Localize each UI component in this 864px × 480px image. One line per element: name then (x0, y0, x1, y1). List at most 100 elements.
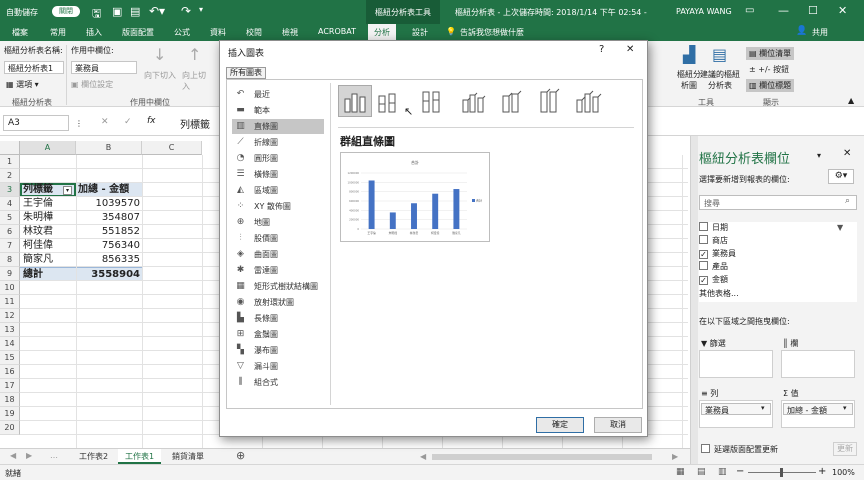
row-header[interactable]: 12 (0, 309, 20, 323)
pivot-row-label[interactable]: 簡家凡 (23, 253, 53, 266)
field-search-input[interactable]: 搜尋 (699, 195, 857, 210)
customize-qat-icon[interactable]: ▾ (199, 5, 203, 14)
tab-page-layout[interactable]: 版面配置 (122, 27, 154, 38)
chart-type-surface-chart[interactable]: ◈ 曲面圖 (232, 247, 324, 262)
sheet-tab-2[interactable]: 工作表2 (72, 449, 115, 464)
page-layout-view-icon[interactable]: ▤ (697, 467, 706, 477)
close-pane-icon[interactable]: ✕ (843, 148, 851, 159)
redo-icon[interactable]: ↷ (181, 4, 191, 18)
undo-icon[interactable]: ↶▾ (149, 4, 165, 18)
recommended-pivot-button[interactable]: 建議的樞紐分析表 (700, 69, 740, 91)
row-header[interactable]: 18 (0, 393, 20, 407)
tab-all-charts[interactable]: 所有圖表 (226, 67, 266, 79)
share-icon[interactable]: 👤 (796, 26, 807, 36)
row-header[interactable]: 9 (0, 267, 20, 281)
tab-data[interactable]: 資料 (210, 27, 226, 38)
pivot-values-header[interactable]: 加總 - 金額 (78, 183, 129, 196)
drill-down-button[interactable]: 向下切入 (144, 70, 176, 81)
more-sheets-icon[interactable]: … (50, 451, 58, 460)
tab-view[interactable]: 檢視 (282, 27, 298, 38)
tab-analyze[interactable]: 分析 (368, 24, 396, 41)
chart-type-bar-chart[interactable]: ☰ 橫條圖 (232, 167, 324, 182)
chevron-down-icon[interactable]: ▾ (843, 404, 847, 412)
zoom-in-icon[interactable]: + (818, 466, 826, 477)
pivot-row-label[interactable]: 柯佳偉 (23, 239, 53, 252)
row-header[interactable]: 2 (0, 169, 20, 183)
maximize-icon[interactable]: ☐ (808, 4, 818, 17)
field-checkbox-item[interactable]: ✓ 業務員 (699, 248, 736, 260)
chart-type-combo-chart[interactable]: ⫼ 組合式 (232, 375, 324, 390)
pivot-row-labels-header[interactable]: 列標籤 (23, 183, 53, 196)
row-header[interactable]: 1 (0, 155, 20, 169)
row-header[interactable]: 16 (0, 365, 20, 379)
chart-type-box-whisker[interactable]: ⊞ 盒鬚圖 (232, 327, 324, 342)
page-break-view-icon[interactable]: ▥ (718, 467, 727, 477)
chart-type-funnel[interactable]: ▽ 漏斗圖 (232, 359, 324, 374)
field-checkbox-item[interactable]: 商店 (699, 235, 728, 247)
more-tables-link[interactable]: 其他表格... (699, 288, 739, 299)
chart-type-column-chart[interactable]: ▥ 直條圖 (232, 119, 324, 134)
column-header-b[interactable]: B (76, 141, 142, 155)
field-list-button[interactable]: ▤ 欄位清單 (746, 47, 795, 60)
field-checkbox-item[interactable]: 日期 (699, 222, 728, 234)
chart-type-area-chart[interactable]: ◭ 區域圖 (232, 183, 324, 198)
pane-menu-icon[interactable]: ▾ (817, 151, 821, 160)
chart-type-pie-chart[interactable]: ◔ 圓形圖 (232, 151, 324, 166)
chart-type-radar-chart[interactable]: ✱ 雷達圖 (232, 263, 324, 278)
minimize-icon[interactable]: — (778, 4, 789, 17)
cancel-button[interactable]: 取消 (594, 417, 642, 433)
row-header[interactable]: 11 (0, 295, 20, 309)
chart-type-histogram[interactable]: ▙ 長條圖 (232, 311, 324, 326)
pane-scroll-strip[interactable] (691, 136, 698, 464)
add-sheet-icon[interactable]: ⊕ (236, 449, 245, 462)
drill-up-button[interactable]: 向上切入 (182, 70, 212, 92)
normal-view-icon[interactable]: ▦ (676, 467, 685, 477)
pivot-row-value[interactable]: 551852 (78, 225, 140, 238)
filters-area[interactable] (699, 350, 773, 378)
share-button[interactable]: 共用 (812, 27, 828, 38)
collapse-ribbon-icon[interactable]: ▲ (848, 96, 854, 105)
chart-type-map-chart[interactable]: ⊕ 地圖 (232, 215, 324, 230)
chart-type-waterfall[interactable]: ▚ 瀑布圖 (232, 343, 324, 358)
row-header[interactable]: 10 (0, 281, 20, 295)
zoom-out-icon[interactable]: − (736, 466, 744, 477)
pivot-row-label[interactable]: 朱明樺 (23, 211, 53, 224)
tab-insert[interactable]: 插入 (86, 27, 102, 38)
hscroll-right-icon[interactable]: ▶ (672, 452, 678, 461)
pivot-row-value[interactable]: 1039570 (78, 197, 140, 210)
column-header-c[interactable]: C (142, 141, 202, 155)
row-header[interactable]: 8 (0, 253, 20, 267)
help-button[interactable]: ? (599, 44, 604, 55)
row-header[interactable]: 13 (0, 323, 20, 337)
row-header[interactable]: 19 (0, 407, 20, 421)
tab-design[interactable]: 設計 (412, 27, 428, 38)
field-headers-button[interactable]: ▥ 欄位標題 (746, 79, 795, 92)
variant-3d-column[interactable] (570, 85, 604, 117)
pane-settings-icon[interactable]: ⚙▾ (828, 169, 854, 184)
chevron-down-icon[interactable]: ▾ (761, 404, 765, 412)
user-name[interactable]: PAYAYA WANG (676, 7, 732, 16)
chart-preview[interactable]: 合計 0 200000 400000 600000 800000 1000000 12000… (340, 152, 490, 242)
row-header[interactable]: 14 (0, 337, 20, 351)
filter-dropdown-icon[interactable]: ▾ (63, 186, 72, 195)
hscroll-left-icon[interactable]: ◀ (420, 452, 426, 461)
print-preview-icon[interactable]: ▣ (112, 5, 122, 18)
field-checkbox-item[interactable]: 產品 (699, 261, 728, 273)
field-checkbox-item[interactable]: ✓ 金額 (699, 274, 728, 286)
pivot-chart-button[interactable]: 樞紐分析圖 (675, 69, 703, 91)
spelling-icon[interactable]: ▤ (130, 5, 140, 18)
variant-3d-stacked-column[interactable] (494, 85, 528, 117)
update-button[interactable]: 更新 (833, 442, 857, 456)
chart-type-stock-chart[interactable]: ⫶ 股價圖 (232, 231, 324, 246)
tab-formulas[interactable]: 公式 (174, 27, 190, 38)
pivot-row-value[interactable]: 354807 (78, 211, 140, 224)
insert-function-button[interactable]: fx (147, 116, 156, 126)
defer-update-checkbox[interactable]: 延遲版面配置更新 (701, 444, 778, 455)
zoom-level[interactable]: 100% (832, 468, 855, 477)
chart-type-folder[interactable]: ▬ 範本 (232, 103, 324, 118)
chart-type-recent[interactable]: ↶ 最近 (232, 87, 324, 102)
columns-area[interactable] (781, 350, 855, 378)
pivot-row-value[interactable]: 856335 (78, 253, 140, 266)
pivot-row-label[interactable]: 王宇倫 (23, 197, 53, 210)
ok-button[interactable]: 確定 (536, 417, 584, 433)
